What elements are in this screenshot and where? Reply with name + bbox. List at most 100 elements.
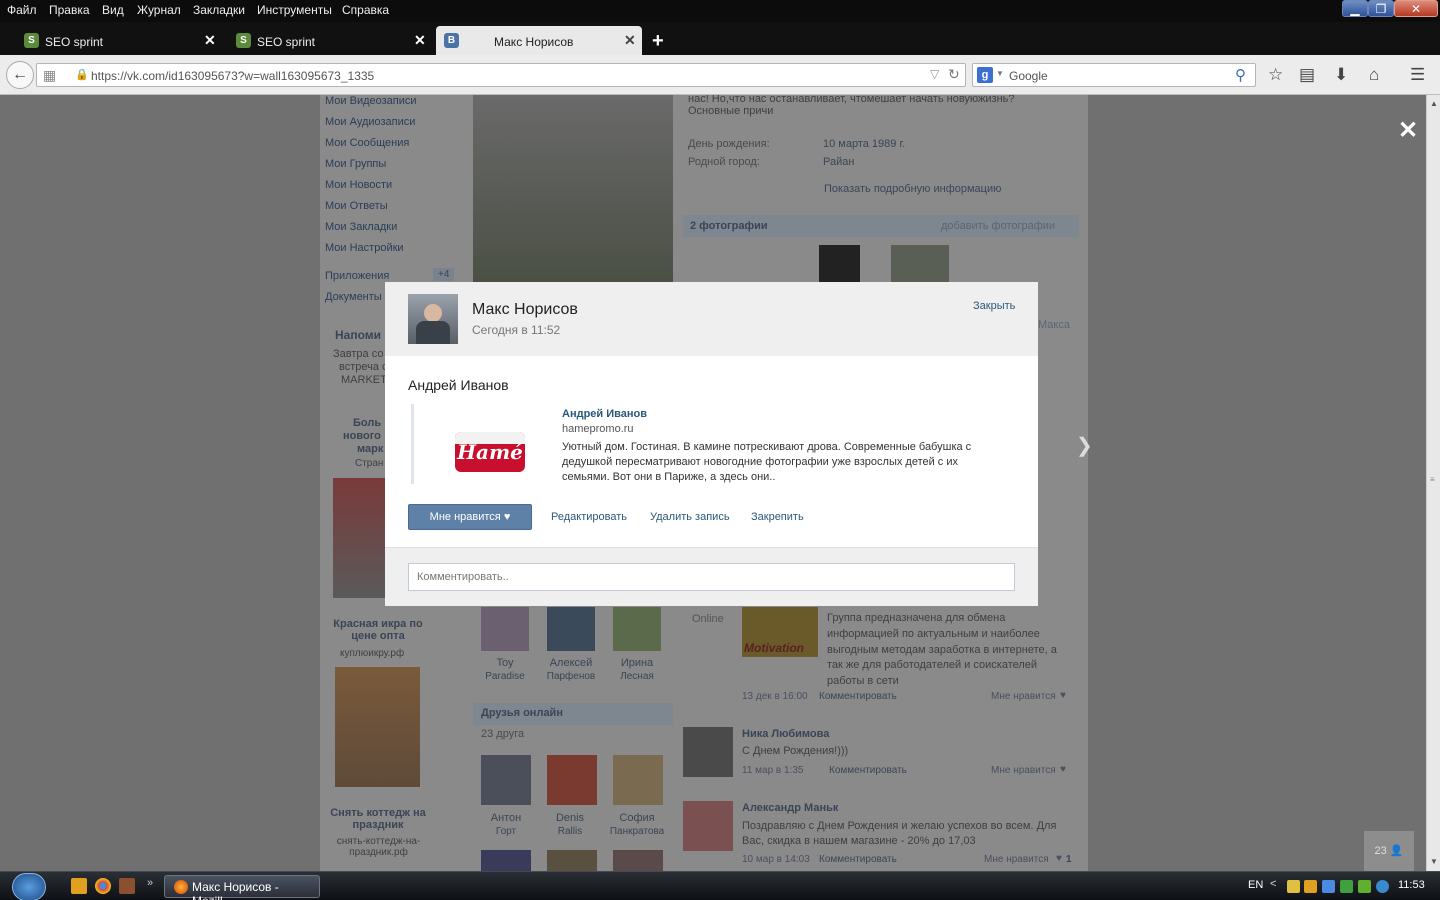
sidebar-item-groups[interactable]: Мои Группы [325,158,386,170]
post-date[interactable]: 10 мар в 14:03 [742,854,810,865]
comment-link[interactable]: Комментировать [819,691,897,702]
menu-bookmarks[interactable]: Закладки [193,3,245,17]
update-icon[interactable] [1340,880,1353,893]
bookmarks-list-icon[interactable]: ▤ [1299,65,1315,85]
new-tab-icon[interactable]: + [652,30,664,53]
taskbar-firefox-window[interactable]: Макс Норисов - Mozill... [164,875,320,900]
tray-expand-icon[interactable]: < [1270,878,1276,890]
maximize-icon[interactable]: ❐ [1368,0,1394,17]
friend-avatar[interactable] [547,850,597,871]
clock[interactable]: 11:53 [1398,879,1425,891]
search-icon[interactable]: ⚲ [1235,66,1246,84]
heart-icon[interactable]: ♥ [1056,853,1062,864]
modal-close-link[interactable]: Закрыть [973,300,1015,312]
hometown-value[interactable]: Райан [823,156,854,168]
sidebar-item-apps[interactable]: Приложения [325,270,389,282]
shield-icon[interactable] [1287,880,1300,893]
tab-close-icon[interactable]: ✕ [624,32,636,49]
friend-name[interactable]: Ирина [608,657,666,669]
menu-help[interactable]: Справка [342,3,389,17]
chrome-icon[interactable] [95,878,111,894]
link-title[interactable]: Андрей Иванов [562,408,647,420]
friend-avatar[interactable] [613,755,663,805]
photo-thumbnail[interactable] [819,245,860,285]
add-photos-link[interactable]: добавить фотографии [941,220,1055,232]
friend-avatar[interactable] [481,607,529,651]
comment-link[interactable]: Комментировать [829,765,907,776]
language-indicator[interactable]: EN [1248,879,1263,891]
friends-online-title[interactable]: Друзья онлайн [481,707,563,719]
like-link[interactable]: Мне нравится [991,691,1056,702]
menu-tools[interactable]: Инструменты [257,3,332,17]
tab-seo-sprint-1[interactable]: S SEO sprint ✕ [0,26,222,55]
friend-name[interactable]: Алексей [540,657,602,669]
menu-view[interactable]: Вид [102,3,124,17]
back-arrow-icon[interactable]: ← [6,61,34,89]
reload-icon[interactable]: ↻ [948,66,960,83]
downloads-icon[interactable]: ⬇ [1334,65,1348,85]
ad-title[interactable]: Снять коттедж на праздник [323,807,433,831]
display-icon[interactable] [1322,880,1335,893]
comment-link[interactable]: Комментировать [819,854,897,865]
menu-hamburger-icon[interactable]: ☰ [1410,65,1425,85]
tab-seo-sprint-2[interactable]: S SEO sprint ✕ [212,26,434,55]
photos-title[interactable]: 2 фотографии [690,220,768,232]
friend-name[interactable]: Лесная [608,671,666,682]
heart-icon[interactable]: ♥ [1060,764,1066,775]
ad-title[interactable]: марк [357,443,383,455]
friend-name[interactable]: Paradise [481,671,529,682]
pin-post-link[interactable]: Закрепить [751,511,804,523]
friend-name[interactable]: Denis [542,812,598,824]
next-post-arrow-icon[interactable]: ❯ [1076,433,1093,458]
friend-name[interactable]: Горт [478,826,534,837]
sidebar-item-videos[interactable]: Мои Видеозаписи [325,95,417,107]
menu-edit[interactable]: Правка [49,3,90,17]
author-avatar[interactable] [683,727,733,777]
friend-avatar[interactable] [481,850,531,871]
ebay-icon[interactable] [119,878,135,894]
bookmark-star-icon[interactable]: ☆ [1268,65,1283,85]
friend-name[interactable]: Панкратова [603,826,671,837]
sidebar-item-news[interactable]: Мои Новости [325,179,392,191]
address-bar[interactable]: ▦ 🔒 https://vk.com/id163095673?w=wall163… [36,63,966,87]
hame-logo-image[interactable]: Hamé [455,432,525,472]
media-player-icon[interactable] [71,878,87,894]
dropdown-arrow-icon[interactable]: ▽ [930,67,939,81]
sidebar-item-bookmarks[interactable]: Мои Закладки [325,221,397,233]
birthday-value[interactable]: 10 марта 1989 г. [823,138,905,150]
friend-avatar[interactable] [547,607,595,651]
sidebar-item-answers[interactable]: Мои Ответы [325,200,388,212]
friend-name[interactable]: Парфенов [540,671,602,682]
friend-avatar[interactable] [613,850,663,871]
edit-link[interactable]: Редактировать [551,511,627,523]
windows-start-icon[interactable] [12,873,46,900]
tab-close-icon[interactable]: ✕ [414,32,426,49]
sidebar-item-settings[interactable]: Мои Настройки [325,242,404,254]
post-date[interactable]: 11 мар в 1:35 [742,765,804,776]
sidebar-item-audio[interactable]: Мои Аудиозаписи [325,116,415,128]
post-author[interactable]: Александр Маньк [742,802,838,814]
menu-history[interactable]: Журнал [137,3,181,17]
like-link[interactable]: Мне нравится [991,765,1056,776]
tab-maks-norisov[interactable]: B Макс Норисов ✕ [436,26,642,55]
friend-name[interactable]: Антон [478,812,534,824]
scroll-down-icon[interactable]: ▼ [1430,857,1438,866]
friend-name[interactable]: Toy [481,657,529,669]
window-close-icon[interactable]: ✕ [1394,0,1438,17]
like-button[interactable]: Мне нравится ♥ [408,504,532,530]
scroll-up-icon[interactable]: ▲ [1430,99,1438,108]
online-friends-counter[interactable]: 23 👤 [1364,831,1414,871]
avatar[interactable] [408,294,458,344]
viewer-close-icon[interactable]: ✕ [1398,116,1418,145]
author-avatar[interactable] [683,801,733,851]
search-input[interactable]: Google [1009,69,1048,83]
menu-file[interactable]: Файл [7,3,37,17]
minimize-icon[interactable]: ▁ [1342,0,1368,17]
search-bar[interactable]: g ▼ Google ⚲ [972,63,1256,87]
post-author[interactable]: Ника Любимова [742,728,829,740]
friend-avatar[interactable] [613,607,661,651]
show-info-link[interactable]: Показать подробную информацию [824,183,1001,195]
like-link[interactable]: Мне нравится [984,854,1049,865]
heart-icon[interactable]: ♥ [1060,690,1066,701]
home-icon[interactable]: ⌂ [1369,65,1379,85]
